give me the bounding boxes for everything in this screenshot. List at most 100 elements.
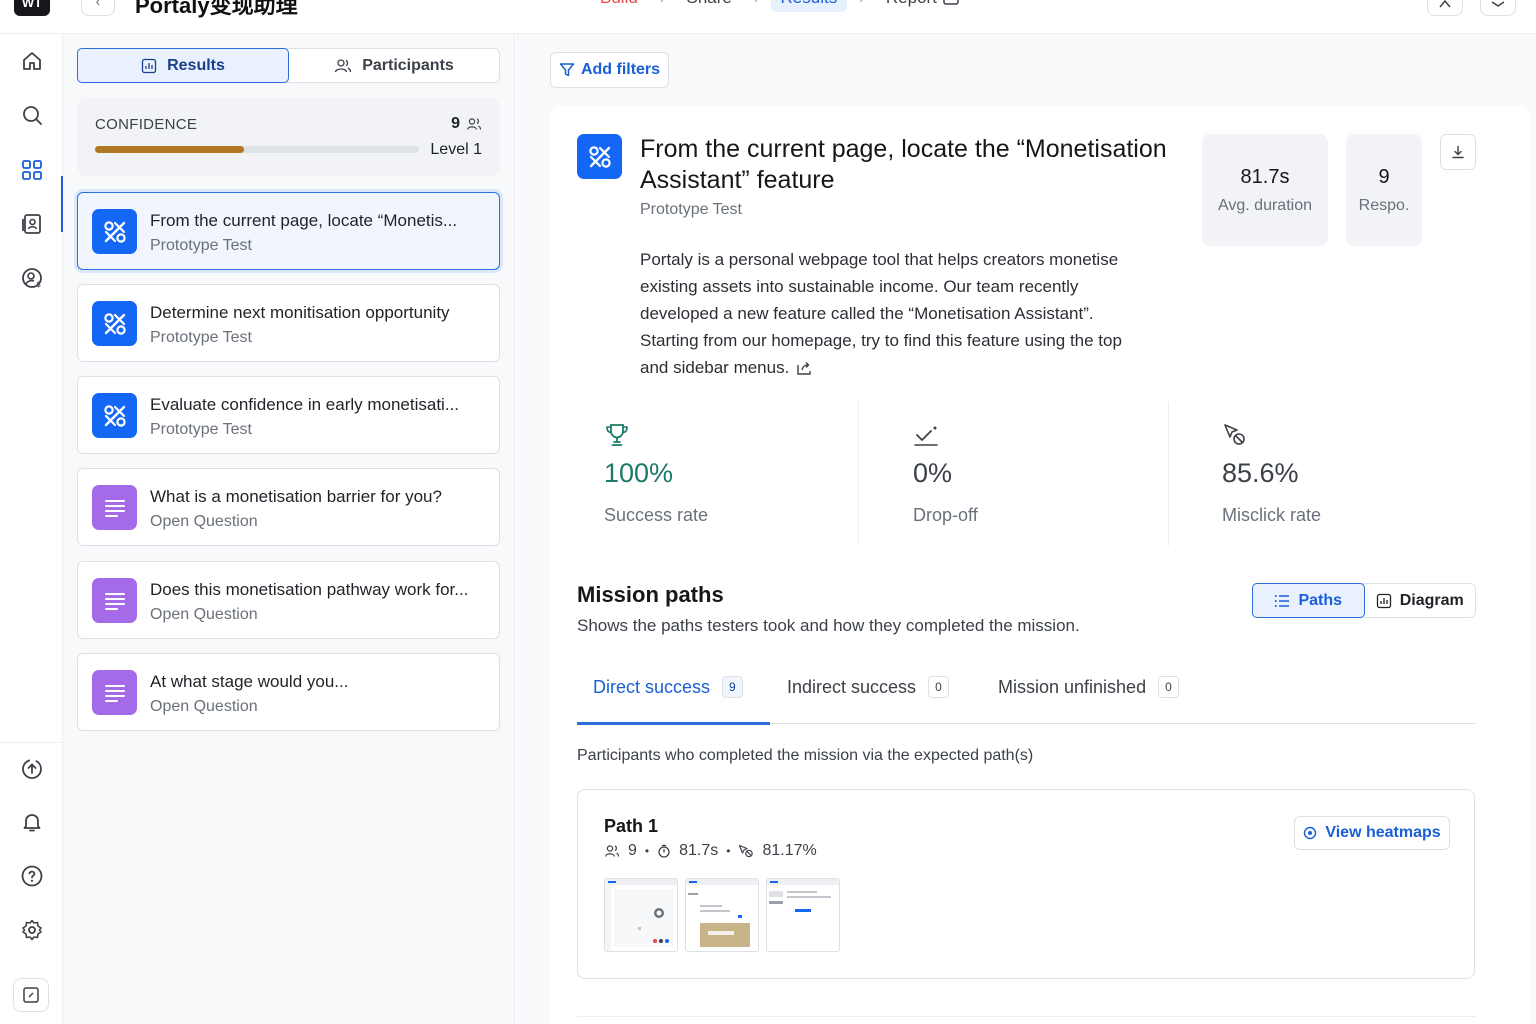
task-title: Evaluate confidence in early monetisati.… (150, 395, 460, 414)
rail-divider (0, 742, 63, 743)
path-misclick: 81.17% (762, 842, 817, 859)
task-type: Prototype Test (150, 237, 252, 254)
tab-direct-success[interactable]: Direct success 9 (593, 676, 743, 698)
separator-dot: • (726, 844, 731, 858)
filter-icon (559, 63, 575, 77)
path-duration: 81.7s (679, 842, 719, 859)
add-filters-button[interactable]: Add filters (550, 52, 669, 88)
external-link-icon[interactable] (796, 360, 812, 376)
path-card: Path 1 9 • 81.7s • 81.17% View heatmaps (577, 789, 1475, 979)
users-icon (466, 118, 482, 130)
responses-stat: 9 Respo. (1346, 134, 1422, 246)
tab-label: Direct success (593, 676, 711, 697)
collapse-sidebar-button[interactable] (13, 978, 49, 1012)
path-meta: 9 • 81.7s • 81.17% (604, 842, 817, 860)
mission-title: From the current page, locate the “Monet… (640, 135, 1167, 194)
user-menu-button[interactable] (1427, 0, 1463, 16)
metric-value: 0% (913, 458, 953, 488)
top-bar: WT ‹ Portaly变现助理 Build › Share › Results… (0, 0, 1536, 34)
upload-icon[interactable] (18, 755, 46, 783)
task-type: Prototype Test (150, 421, 252, 438)
gear-icon[interactable] (18, 916, 46, 944)
confidence-label: CONFIDENCE (95, 116, 198, 133)
confidence-count: 9 (451, 115, 482, 133)
confidence-count-value: 9 (451, 115, 460, 132)
task-item[interactable]: From the current page, locate “Monetis..… (77, 192, 500, 270)
prototype-icon (92, 301, 137, 346)
task-item[interactable]: Determine next monitisation opportunity … (77, 284, 500, 362)
search-icon[interactable] (18, 101, 46, 129)
tab-mission-unfinished[interactable]: Mission unfinished 0 (998, 676, 1179, 698)
diagram-view-button[interactable]: Diagram (1365, 584, 1476, 617)
stat-value: 9 (1378, 166, 1390, 188)
task-list-panel: Results Participants CONFIDENCE 9 Level … (63, 34, 515, 1024)
users-icon (335, 58, 352, 72)
tab-label: Mission unfinished (998, 676, 1147, 697)
layers-icon (1491, 1, 1505, 7)
task-item[interactable]: At what stage would you... Open Question (77, 653, 500, 731)
task-type: Open Question (150, 606, 258, 623)
help-icon[interactable] (18, 862, 46, 890)
path-outcome-tabs: Direct success 9 Indirect success 0 Miss… (577, 654, 1476, 725)
metric-divider (858, 402, 859, 546)
stat-label: Respo. (1358, 197, 1410, 214)
crumb-report[interactable]: Report (886, 0, 959, 8)
sidebar-toggle-icon (23, 987, 39, 1003)
user-billing-icon[interactable]: $ (18, 264, 46, 292)
stat-label: Avg. duration (1218, 197, 1312, 214)
crumb-report-label: Report (886, 0, 937, 8)
path-participants: 9 (628, 842, 637, 859)
list-icon (1275, 594, 1290, 607)
back-button[interactable]: ‹ (81, 0, 115, 16)
path-step-thumbnail[interactable] (685, 878, 759, 952)
tab-indirect-success[interactable]: Indirect success 0 (787, 676, 949, 698)
task-item[interactable]: What is a monetisation barrier for you? … (77, 468, 500, 546)
tab-participants-label: Participants (362, 56, 454, 74)
tab-participants[interactable]: Participants (289, 49, 499, 82)
svg-text:$: $ (36, 280, 41, 289)
tab-label: Indirect success (787, 676, 917, 697)
chevron-left-icon: ‹ (95, 0, 101, 9)
task-type: Prototype Test (150, 329, 252, 346)
mission-description-last: and sidebar menus. (640, 354, 1165, 381)
results-main: Add filters From the current page, locat… (516, 34, 1536, 1024)
crumb-build[interactable]: Build (600, 0, 638, 8)
bell-icon[interactable] (18, 808, 46, 836)
mission-paths-subtitle: Shows the paths testers took and how the… (577, 616, 1080, 635)
path-step-thumbnail[interactable] (604, 878, 678, 952)
chevron-right-icon: › (754, 0, 759, 6)
task-item[interactable]: Does this monetisation pathway work for.… (77, 561, 500, 639)
text-lines-icon (92, 578, 137, 623)
view-heatmaps-button[interactable]: View heatmaps (1294, 816, 1450, 850)
success-rate-metric: 100% Success rate (604, 422, 864, 526)
task-type: Open Question (150, 698, 258, 715)
stat-value: 81.7s (1240, 166, 1290, 188)
crumb-share[interactable]: Share (686, 0, 731, 8)
users-icon (604, 845, 620, 857)
share-button[interactable] (1480, 0, 1516, 16)
lock-icon (943, 0, 959, 5)
path-step-thumbnail[interactable] (766, 878, 840, 952)
mission-description: Portaly is a personal webpage tool that … (640, 246, 1165, 381)
tab-count-badge: 9 (722, 676, 743, 698)
download-button[interactable] (1440, 134, 1476, 170)
timer-icon (658, 844, 670, 858)
chevron-right-icon: › (859, 0, 864, 6)
contacts-icon[interactable] (18, 210, 46, 238)
tab-results[interactable]: Results (77, 48, 289, 83)
paths-diagram-toggle: Paths Diagram (1252, 583, 1476, 618)
prototype-icon (577, 134, 622, 179)
separator-dot: • (644, 844, 650, 858)
diagram-view-label: Diagram (1399, 591, 1464, 609)
crumb-results[interactable]: Results (770, 0, 848, 12)
prototype-icon (92, 393, 137, 438)
home-icon[interactable] (18, 47, 46, 75)
mission-description-line: existing assets into sustainable income.… (640, 277, 1079, 296)
paths-view-button[interactable]: Paths (1252, 583, 1365, 618)
mission-description-line: Portaly is a personal webpage tool that … (640, 250, 1119, 269)
app-logo[interactable]: WT (14, 0, 50, 16)
mission-type: Prototype Test (640, 201, 742, 218)
misclick-icon (1224, 424, 1245, 445)
dashboard-icon[interactable] (18, 156, 46, 184)
task-item[interactable]: Evaluate confidence in early monetisati.… (77, 376, 500, 454)
